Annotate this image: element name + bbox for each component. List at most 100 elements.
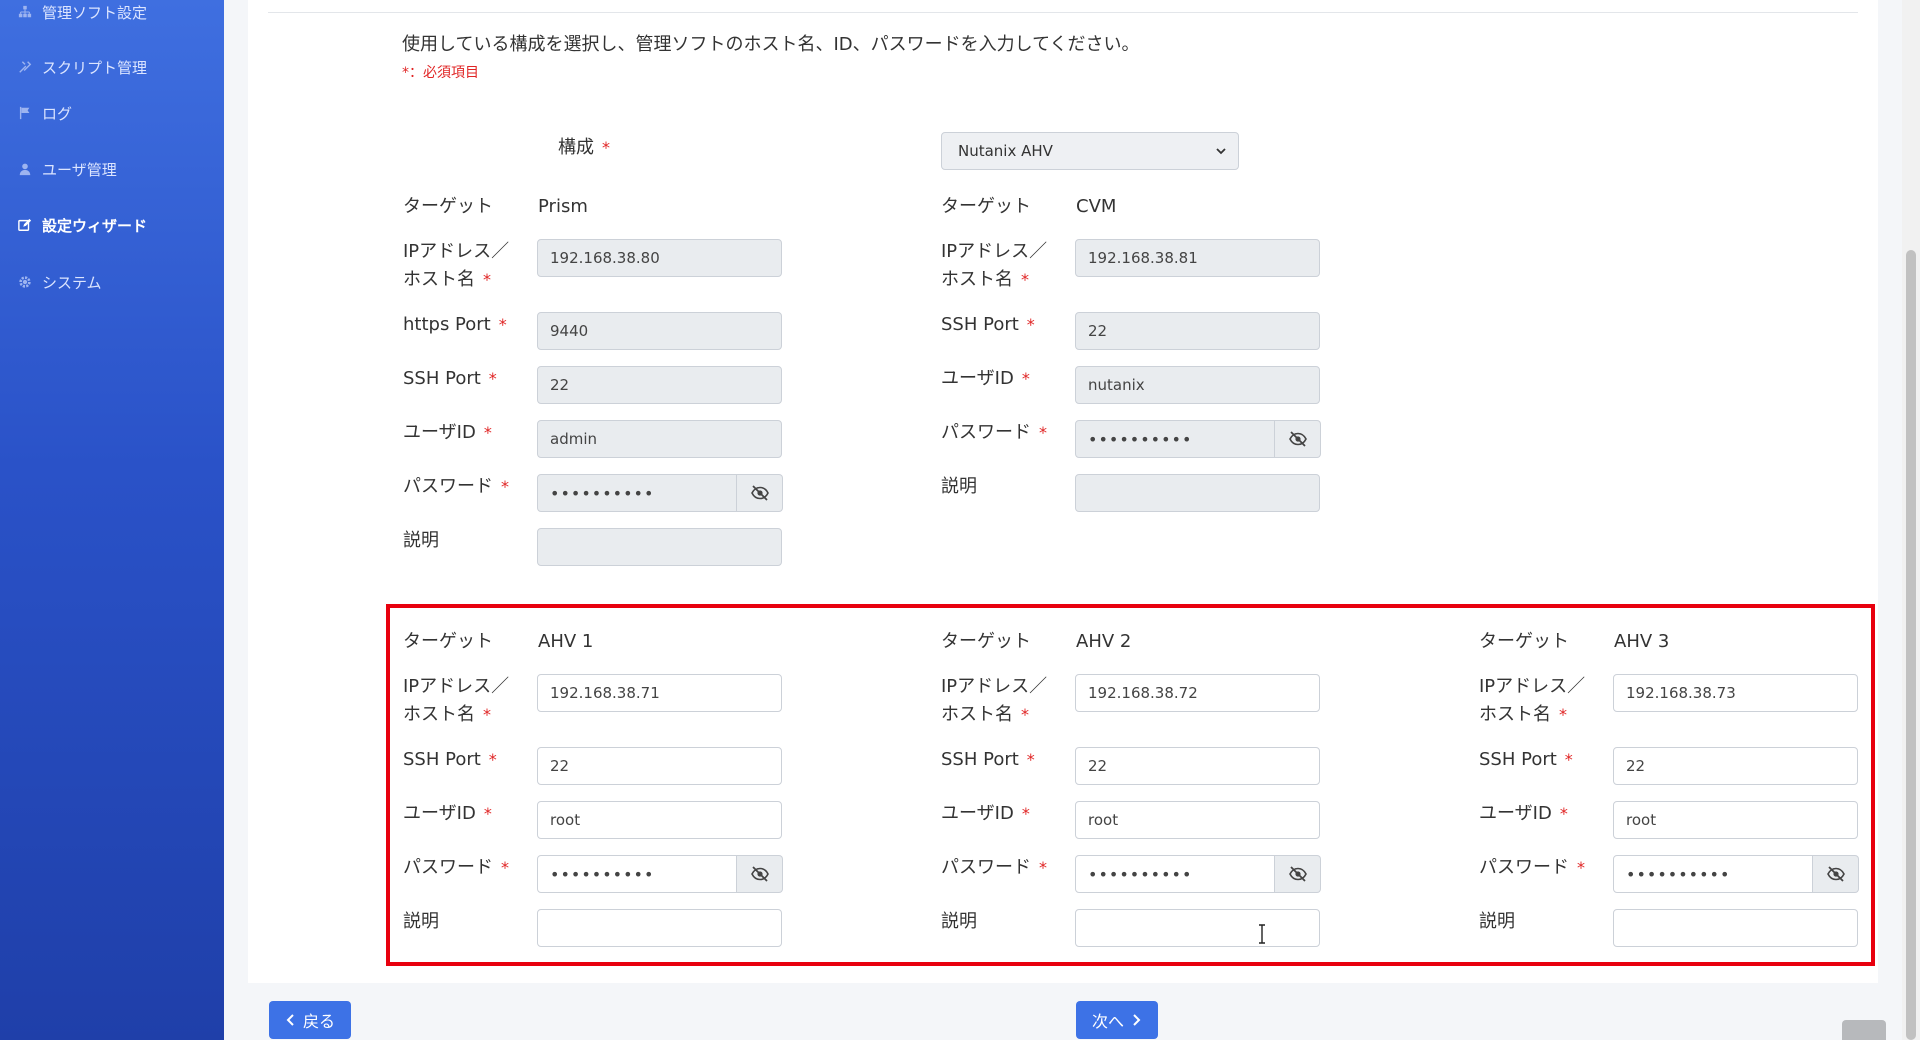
label-text: パスワード <box>403 476 493 497</box>
cvm-target-value: CVM <box>1076 196 1117 217</box>
eye-slash-icon <box>750 866 769 882</box>
ahv3-user-label: ユーザID * <box>1479 800 1568 828</box>
ahv3-password-label: パスワード * <box>1479 854 1585 882</box>
eye-slash-icon <box>1288 866 1307 882</box>
label-text: SSH Port <box>403 749 481 770</box>
required-mark: * <box>501 858 509 877</box>
sidebar-item-management-software[interactable]: 管理ソフト設定 <box>0 0 224 32</box>
config-select-value: Nutanix AHV <box>958 142 1053 160</box>
back-button[interactable]: 戻る <box>269 1001 351 1039</box>
ahv1-description-input[interactable] <box>537 909 782 947</box>
prism-ssh-port-label: SSH Port * <box>403 365 497 393</box>
ahv3-ssh-port-label: SSH Port * <box>1479 746 1573 774</box>
label-text: ユーザID <box>403 422 476 443</box>
prism-user-input[interactable]: admin <box>537 420 782 458</box>
next-button-label: 次へ <box>1091 1012 1124 1031</box>
ahv2-toggle-password-button[interactable] <box>1275 855 1321 893</box>
required-mark: * <box>1026 315 1035 334</box>
required-mark: * <box>498 315 507 334</box>
required-mark: * <box>1559 804 1568 823</box>
edit-icon <box>16 216 34 234</box>
label-text: SSH Port <box>403 368 481 389</box>
scroll-to-top-button[interactable] <box>1842 1020 1886 1040</box>
prism-target-value: Prism <box>538 196 588 217</box>
scrollbar-thumb[interactable] <box>1906 250 1916 1040</box>
prism-ip-input[interactable]: 192.168.38.80 <box>537 239 782 277</box>
cvm-description-input[interactable] <box>1075 474 1320 512</box>
gear-icon <box>16 273 34 291</box>
cvm-password-label: パスワード * <box>941 419 1047 447</box>
required-mark: * <box>602 138 610 157</box>
prism-ssh-port-input[interactable]: 22 <box>537 366 782 404</box>
sidebar-item-label: 設定ウィザード <box>42 216 148 235</box>
ahv2-description-input[interactable] <box>1075 909 1320 947</box>
required-mark: * <box>1021 270 1029 289</box>
ahv2-target-value: AHV 2 <box>1076 631 1132 652</box>
sidebar-item-label: ユーザ管理 <box>42 160 117 179</box>
ahv3-toggle-password-button[interactable] <box>1813 855 1859 893</box>
required-mark: * <box>488 369 497 388</box>
ahv1-user-input[interactable]: root <box>537 801 782 839</box>
sidebar-item-label: 管理ソフト設定 <box>42 3 148 22</box>
ahv1-ip-input[interactable]: 192.168.38.71 <box>537 674 782 712</box>
divider <box>268 12 1858 13</box>
ahv3-description-input[interactable] <box>1613 909 1858 947</box>
required-mark: * <box>483 270 491 289</box>
flag-icon <box>16 104 34 122</box>
cvm-user-label: ユーザID * <box>941 365 1030 393</box>
cvm-description-label: 説明 <box>941 476 977 497</box>
ahv2-user-input[interactable]: root <box>1075 801 1320 839</box>
prism-user-label: ユーザID * <box>403 419 492 447</box>
label-text: SSH Port <box>941 749 1019 770</box>
ahv2-password-input[interactable]: •••••••••• <box>1075 855 1275 893</box>
label-text: ユーザID <box>941 368 1014 389</box>
ahv2-ip-label-2: ホスト名 * <box>941 701 1029 729</box>
ip-label-text: ホスト名 <box>1479 704 1551 725</box>
ip-label-text: ホスト名 <box>403 269 475 290</box>
cvm-ssh-port-label: SSH Port * <box>941 311 1035 339</box>
required-mark: * <box>483 804 492 823</box>
ahv2-ip-input[interactable]: 192.168.38.72 <box>1075 674 1320 712</box>
sidebar-item-system[interactable]: システム <box>0 262 224 302</box>
sidebar-item-users[interactable]: ユーザ管理 <box>0 149 224 189</box>
next-button[interactable]: 次へ <box>1076 1001 1158 1039</box>
cvm-toggle-password-button[interactable] <box>1275 420 1321 458</box>
required-note: *：必須項目 <box>402 65 479 81</box>
ahv2-ssh-port-input[interactable]: 22 <box>1075 747 1320 785</box>
prism-password-input[interactable]: •••••••••• <box>537 474 737 512</box>
label-text: パスワード <box>941 422 1031 443</box>
sitemap-icon <box>16 3 34 21</box>
cvm-ip-input[interactable]: 192.168.38.81 <box>1075 239 1320 277</box>
ahv1-ssh-port-input[interactable]: 22 <box>537 747 782 785</box>
label-text: SSH Port <box>941 314 1019 335</box>
ahv3-ssh-port-input[interactable]: 22 <box>1613 747 1858 785</box>
ahv1-target-value: AHV 1 <box>538 631 594 652</box>
prism-https-port-label: https Port * <box>403 311 507 339</box>
ahv3-user-input[interactable]: root <box>1613 801 1858 839</box>
config-select[interactable]: Nutanix AHV <box>941 132 1239 170</box>
ahv1-toggle-password-button[interactable] <box>737 855 783 893</box>
prism-toggle-password-button[interactable] <box>737 474 783 512</box>
ahv1-password-input[interactable]: •••••••••• <box>537 855 737 893</box>
sidebar-item-setup-wizard[interactable]: 設定ウィザード <box>0 205 224 245</box>
required-mark: * <box>1039 858 1047 877</box>
required-mark: * <box>1039 423 1047 442</box>
sidebar-item-logs[interactable]: ログ <box>0 93 224 133</box>
label-text: ユーザID <box>941 803 1014 824</box>
ahv2-ssh-port-label: SSH Port * <box>941 746 1035 774</box>
prism-description-input[interactable] <box>537 528 782 566</box>
ahv1-ssh-port-label: SSH Port * <box>403 746 497 774</box>
ahv3-password-input[interactable]: •••••••••• <box>1613 855 1813 893</box>
label-text: パスワード <box>1479 857 1569 878</box>
required-mark: * <box>1577 858 1585 877</box>
cvm-ip-label-2: ホスト名 * <box>941 266 1029 294</box>
sidebar-item-scripts[interactable]: スクリプト管理 <box>0 47 224 87</box>
ahv2-user-label: ユーザID * <box>941 800 1030 828</box>
intro-text: 使用している構成を選択し、管理ソフトのホスト名、ID、パスワードを入力してくださ… <box>402 34 1140 55</box>
ahv3-ip-input[interactable]: 192.168.38.73 <box>1613 674 1858 712</box>
cvm-password-input[interactable]: •••••••••• <box>1075 420 1275 458</box>
prism-https-port-input[interactable]: 9440 <box>537 312 782 350</box>
cvm-user-input[interactable]: nutanix <box>1075 366 1320 404</box>
ahv3-target-label: ターゲット <box>1479 631 1569 652</box>
cvm-ssh-port-input[interactable]: 22 <box>1075 312 1320 350</box>
